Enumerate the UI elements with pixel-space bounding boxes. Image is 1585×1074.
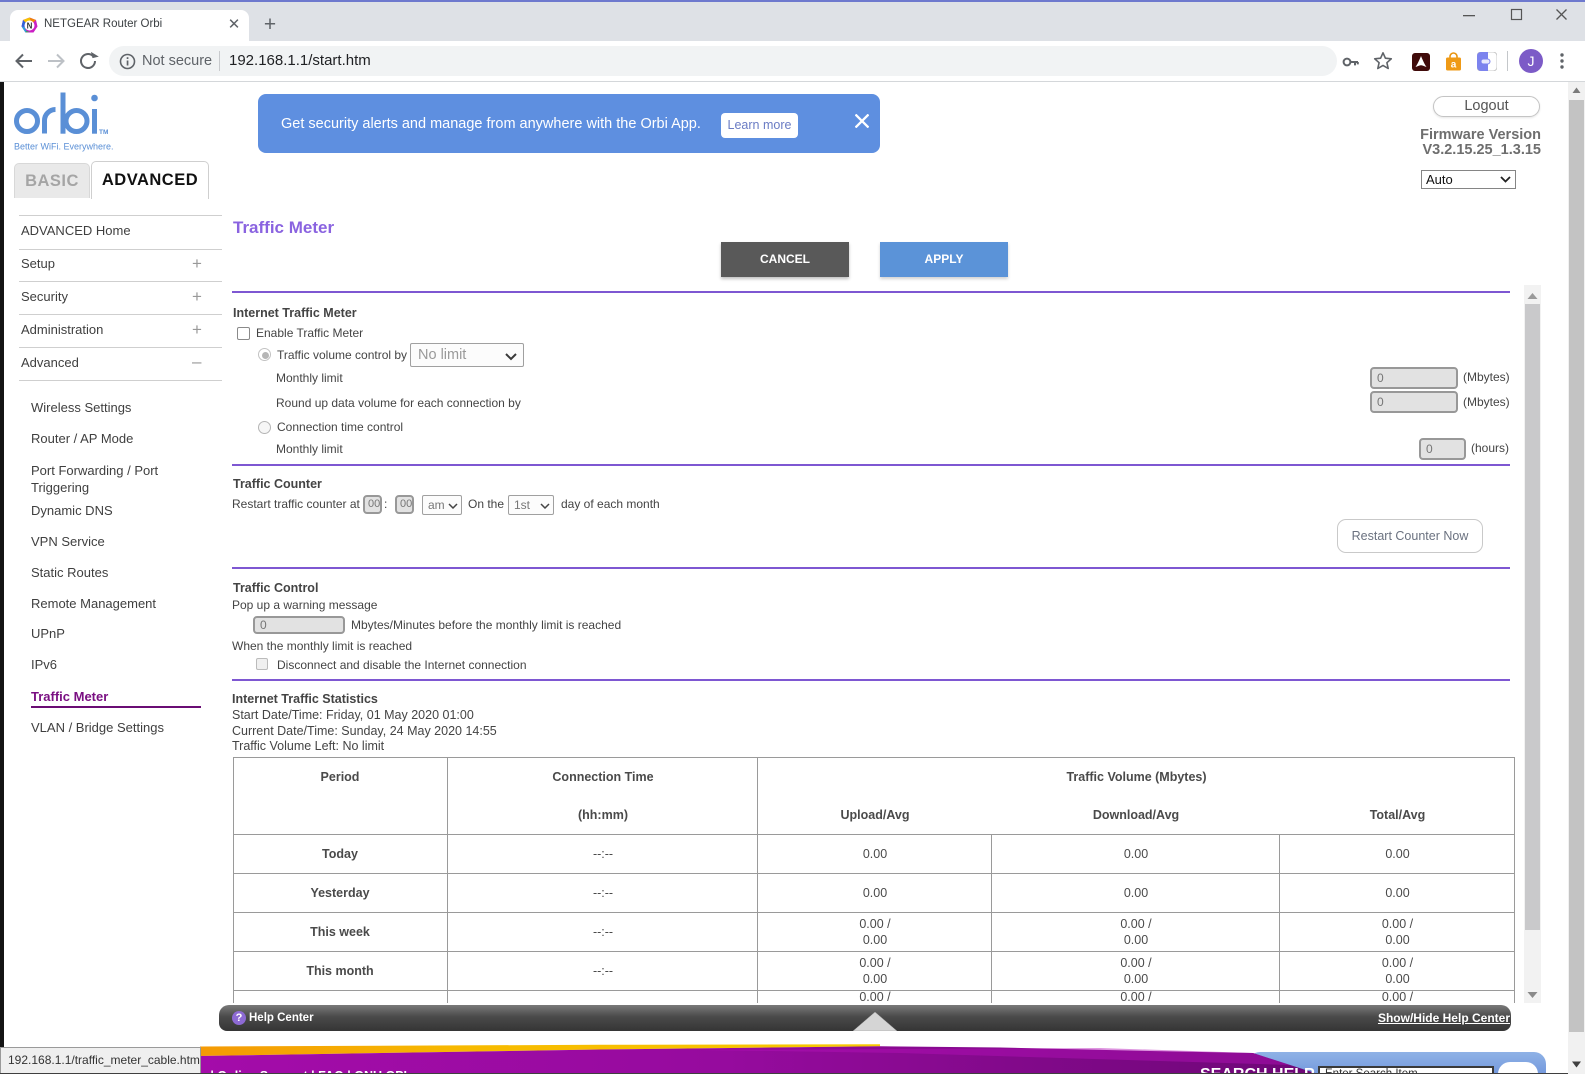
svg-text:N: N	[27, 22, 33, 31]
svg-text:Better WiFi. Everywhere.: Better WiFi. Everywhere.	[14, 142, 114, 152]
svg-text:TM: TM	[99, 129, 108, 136]
svg-text:a: a	[1451, 60, 1457, 71]
